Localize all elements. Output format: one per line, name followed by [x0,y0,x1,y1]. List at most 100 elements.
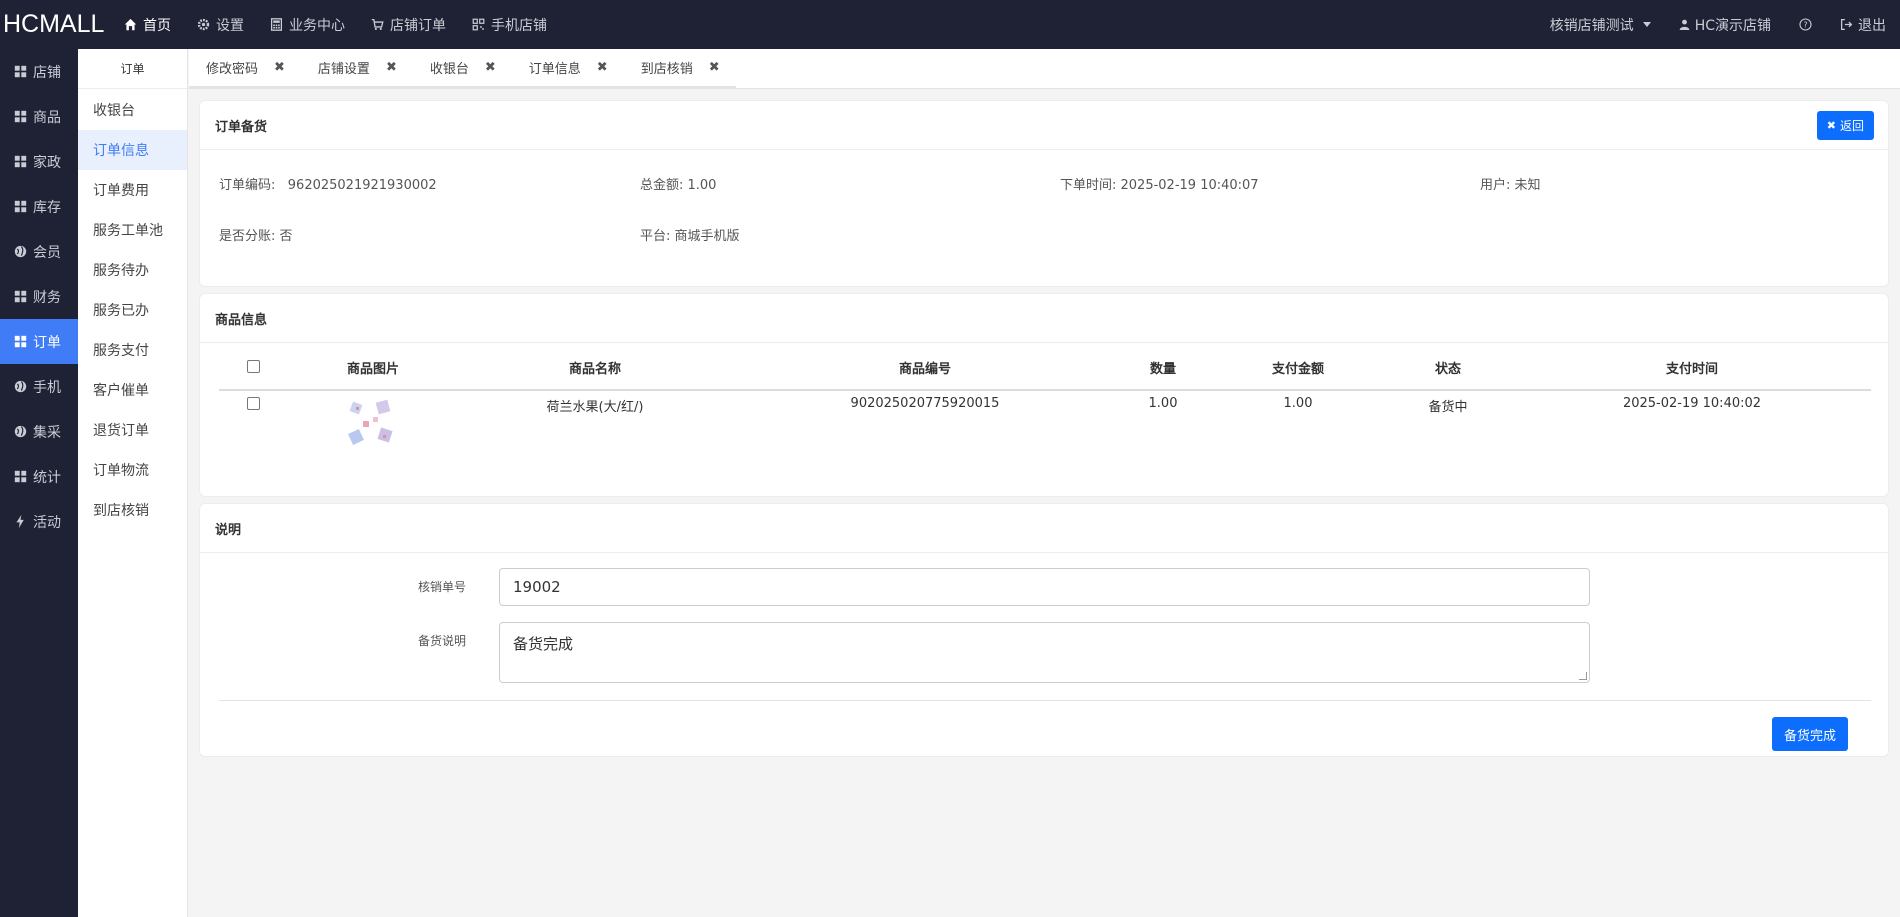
help-button[interactable]: ? [1785,0,1826,49]
sidebar-item-housekeeping[interactable]: 家政 [0,139,78,184]
stock-complete-button[interactable]: 备货完成 [1771,717,1848,751]
submenu-item-cashier[interactable]: 收银台 [78,90,187,130]
card-title: 商品信息 [200,294,1888,343]
col-header-paytime: 支付时间 [1665,362,1719,377]
back-button[interactable]: ✖ 返回 [1816,111,1874,140]
order-info-card: 订单备货 ✖ 返回 订单编码: 962025021921930002 总金额: … [199,100,1889,287]
submenu-item-service-done[interactable]: 服务已办 [78,290,187,330]
col-header-qty: 数量 [1149,362,1177,377]
close-icon: ✖ [1826,119,1836,132]
order-time: 下单时间: 2025-02-19 10:40:07 [1060,178,1259,193]
submenu-item-service-pool[interactable]: 服务工单池 [78,210,187,250]
col-header-amount: 支付金额 [1271,362,1325,377]
topnav-settings-label: 设置 [216,17,244,34]
col-header-code: 商品编号 [898,362,952,377]
bolt-icon [16,515,24,528]
grid-icon [14,335,27,348]
product-status: 备货中 [1428,400,1468,415]
sidebar-item-label: 库存 [33,199,61,216]
grid-icon [14,470,27,483]
card-title: 说明 [200,504,1888,553]
order-user: 用户: 未知 [1480,178,1541,193]
tab-cashier[interactable]: 收银台 ✖ [412,48,512,88]
sidebar-item-finance[interactable]: 财务 [0,274,78,319]
sidebar-item-label: 统计 [33,469,61,486]
sidebar-item-goods[interactable]: 商品 [0,94,78,139]
order-total: 总金额: 1.00 [640,178,717,193]
logout-label: 退出 [1858,17,1886,34]
close-icon[interactable]: ✖ [709,60,720,75]
question-circle-icon: ? [1799,18,1812,31]
submenu-item-reminder[interactable]: 客户催单 [78,370,187,410]
submenu-item-order-info[interactable]: 订单信息 [78,130,187,170]
user-menu[interactable]: HC演示店铺 [1665,0,1785,49]
close-icon[interactable]: ✖ [485,60,496,75]
sidebar-item-order[interactable]: 订单 [0,319,78,364]
submenu-item-return[interactable]: 退货订单 [78,410,187,450]
close-icon[interactable]: ✖ [274,60,285,75]
secondary-sidebar-title: 订单 [78,49,187,89]
close-icon[interactable]: ✖ [386,60,397,75]
tab-store-verify[interactable]: 到店核销 ✖ [623,48,736,88]
submenu-item-store-verify[interactable]: 到店核销 [78,490,187,530]
sidebar-item-store[interactable]: 店铺 [0,49,78,94]
product-name: 荷兰水果(大/红/) [546,400,644,415]
top-nav: 首页 设置 业务中心 店铺订单 手机店铺 [111,0,560,49]
row-checkbox[interactable] [247,397,260,410]
col-header-name: 商品名称 [568,362,622,377]
store-switcher-dropdown[interactable]: 核销店铺测试 [1536,0,1665,49]
sign-out-icon [1840,18,1853,31]
cart-icon [371,18,384,31]
topnav-settings[interactable]: 设置 [184,0,257,49]
topnav-mobile-store[interactable]: 手机店铺 [459,0,560,49]
col-header-image: 商品图片 [346,362,400,377]
grid-icon [14,155,27,168]
sidebar-item-mobile[interactable]: 手机 [0,364,78,409]
sidebar-item-activity[interactable]: 活动 [0,499,78,544]
tab-label: 到店核销 [640,61,693,77]
submenu-item-service-pay[interactable]: 服务支付 [78,330,187,370]
tab-label: 订单信息 [528,61,581,77]
resize-handle-icon[interactable] [1579,672,1587,680]
sidebar-item-inventory[interactable]: 库存 [0,184,78,229]
topnav-store-orders[interactable]: 店铺订单 [358,0,459,49]
gear-icon [197,18,210,31]
verify-number-input[interactable]: 19002 [499,568,1590,606]
home-icon [124,18,137,31]
tab-label: 修改密码 [206,61,259,77]
sidebar-item-member[interactable]: 会员 [0,229,78,274]
stock-note-textarea[interactable]: 备货完成 [499,622,1590,683]
topnav-home-label: 首页 [143,17,171,34]
brand-logo[interactable]: HCMALL [0,10,111,39]
primary-sidebar: 店铺 商品 家政 库存 会员 财务 订单 手机 集采 统计 活动 [0,49,78,917]
goods-info-card: 商品信息 商品图片 商品名称 商品编号 数量 支付金额 状态 支付时间 荷兰水果… [199,293,1889,497]
topnav-home[interactable]: 首页 [111,0,184,49]
stock-note-value: 备货完成 [513,635,574,653]
col-header-status: 状态 [1434,362,1462,377]
product-image[interactable] [347,399,399,449]
sidebar-item-procurement[interactable]: 集采 [0,409,78,454]
sidebar-item-label: 集采 [33,424,61,441]
submenu-item-service-todo[interactable]: 服务待办 [78,250,187,290]
logout-button[interactable]: 退出 [1826,0,1900,49]
product-amount: 1.00 [1283,396,1313,411]
sidebar-item-stats[interactable]: 统计 [0,454,78,499]
select-all-checkbox[interactable] [247,360,260,373]
close-icon[interactable]: ✖ [597,60,608,75]
user-name: HC演示店铺 [1694,17,1771,34]
topnav-business-label: 业务中心 [289,17,345,34]
submenu-item-order-fee[interactable]: 订单费用 [78,170,187,210]
product-qty: 1.00 [1148,396,1178,411]
sidebar-item-label: 订单 [33,334,61,351]
user-icon [1679,19,1689,30]
tab-store-settings[interactable]: 店铺设置 ✖ [300,48,413,88]
tab-order-info[interactable]: 订单信息 ✖ [511,48,624,88]
qrcode-icon [472,18,485,31]
remark-card: 说明 核销单号 19002 备货说明 备货完成 备货完成 [199,503,1889,757]
sidebar-item-label: 家政 [33,154,61,171]
svg-text:?: ? [1803,19,1807,29]
tab-change-password[interactable]: 修改密码 ✖ [189,48,301,88]
topnav-business[interactable]: 业务中心 [257,0,358,49]
table-header-divider [219,389,1871,391]
submenu-item-logistics[interactable]: 订单物流 [78,450,187,490]
